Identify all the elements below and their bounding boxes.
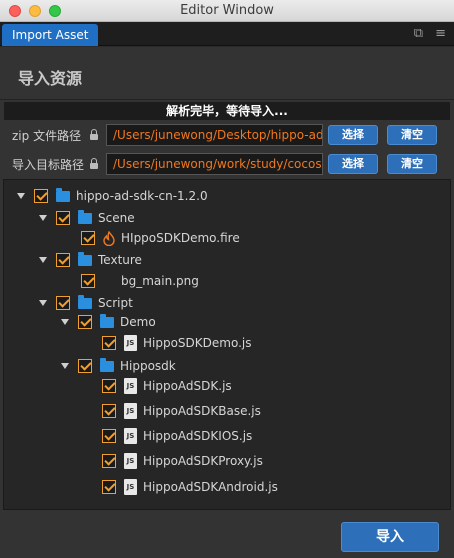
checkbox-file[interactable] bbox=[102, 404, 116, 418]
minimize-window-button[interactable] bbox=[29, 5, 41, 17]
tree-label-file: HippoAdSDKIOS.js bbox=[143, 429, 253, 443]
checkbox-file[interactable] bbox=[102, 379, 116, 393]
folder-icon bbox=[78, 209, 92, 224]
maximize-window-button[interactable] bbox=[49, 5, 61, 17]
chevron-down-icon[interactable] bbox=[61, 363, 69, 369]
import-asset-panel: 导入资源 解析完毕，等待导入... zip 文件路径 /Users/junewo… bbox=[0, 47, 454, 558]
tree-label-file: HippoAdSDKBase.js bbox=[143, 404, 261, 418]
menu-icon[interactable]: ≡ bbox=[435, 26, 446, 41]
checkbox-hipposdk[interactable] bbox=[78, 359, 92, 373]
checkbox-texture[interactable] bbox=[56, 253, 70, 267]
tree-label-hipposdk: Hipposdk bbox=[120, 359, 176, 373]
lock-icon bbox=[90, 158, 98, 169]
js-file-icon: JS bbox=[124, 335, 137, 351]
popout-icon[interactable]: ⧉ bbox=[414, 26, 423, 41]
checkbox-file[interactable] bbox=[102, 480, 116, 494]
tree-node-hipposdk-file[interactable]: JS HippoAdSDKProxy.js bbox=[102, 452, 263, 470]
chevron-down-icon[interactable] bbox=[17, 193, 25, 199]
tree-label-demo-js: HippoSDKDemo.js bbox=[143, 336, 252, 350]
tree-node-root[interactable]: hippo-ad-sdk-cn-1.2.0 bbox=[17, 187, 208, 205]
checkbox-root[interactable] bbox=[34, 189, 48, 203]
tree-label-script: Script bbox=[98, 296, 133, 310]
folder-icon bbox=[78, 251, 92, 266]
checkbox-file[interactable] bbox=[102, 429, 116, 443]
tree-label-file: HippoAdSDKProxy.js bbox=[143, 454, 263, 468]
tree-label-texture: Texture bbox=[98, 253, 142, 267]
asset-tree: hippo-ad-sdk-cn-1.2.0 Scene HIppoSDKDemo… bbox=[3, 179, 451, 510]
js-file-icon: JS bbox=[124, 403, 137, 419]
tree-node-hipposdk-file[interactable]: JS HippoAdSDK.js bbox=[102, 377, 232, 395]
window-title: Editor Window bbox=[180, 3, 274, 18]
tab-import-asset[interactable]: Import Asset bbox=[2, 24, 99, 46]
chevron-down-icon[interactable] bbox=[39, 300, 47, 306]
close-window-button[interactable] bbox=[9, 5, 21, 17]
zip-choose-button[interactable]: 选择 bbox=[328, 125, 378, 145]
tree-label-root: hippo-ad-sdk-cn-1.2.0 bbox=[76, 189, 208, 203]
js-file-icon: JS bbox=[124, 479, 137, 495]
zip-path-label: zip 文件路径 bbox=[12, 129, 82, 143]
tree-label-scene: Scene bbox=[98, 211, 135, 225]
chevron-down-icon[interactable] bbox=[39, 257, 47, 263]
checkbox-scene-fire[interactable] bbox=[81, 231, 95, 245]
tree-node-demo[interactable]: Demo bbox=[61, 313, 156, 331]
tree-label-demo: Demo bbox=[120, 315, 156, 329]
tree-node-hipposdk-file[interactable]: JS HippoAdSDKIOS.js bbox=[102, 427, 252, 445]
fire-icon bbox=[103, 230, 115, 246]
zip-path-field[interactable]: /Users/junewong/Desktop/hippo-ad-sdk-cn-… bbox=[106, 124, 323, 146]
title-bar: Editor Window bbox=[0, 0, 454, 22]
target-choose-button[interactable]: 选择 bbox=[328, 154, 378, 174]
tree-label-file: HippoAdSDK.js bbox=[143, 379, 232, 393]
target-path-label: 导入目标路径 bbox=[12, 158, 85, 172]
tree-node-hipposdk[interactable]: Hipposdk bbox=[61, 357, 176, 375]
panel-heading: 导入资源 bbox=[18, 69, 83, 88]
folder-icon bbox=[78, 294, 92, 309]
folder-icon bbox=[100, 313, 114, 328]
tree-node-texture-png[interactable]: bg_main.png bbox=[81, 272, 199, 290]
tree-node-demo-js[interactable]: JS HippoSDKDemo.js bbox=[102, 334, 252, 352]
checkbox-file[interactable] bbox=[102, 454, 116, 468]
target-path-row: 导入目标路径 /Users/junewong/work/study/cocos-… bbox=[0, 153, 454, 175]
status-text: 解析完毕，等待导入... bbox=[4, 102, 450, 120]
js-file-icon: JS bbox=[124, 453, 137, 469]
lock-icon bbox=[90, 129, 98, 140]
folder-icon bbox=[100, 357, 114, 372]
checkbox-scene[interactable] bbox=[56, 211, 70, 225]
target-clear-button[interactable]: 清空 bbox=[387, 154, 437, 174]
zip-clear-button[interactable]: 清空 bbox=[387, 125, 437, 145]
js-file-icon: JS bbox=[124, 428, 137, 444]
tab-bar: Import Asset ⧉ ≡ bbox=[0, 22, 454, 46]
checkbox-script[interactable] bbox=[56, 296, 70, 310]
tree-label-scene-fire: HIppoSDKDemo.fire bbox=[121, 231, 240, 245]
tree-node-texture[interactable]: Texture bbox=[39, 251, 142, 269]
tree-node-hipposdk-file[interactable]: JS HippoAdSDKBase.js bbox=[102, 402, 261, 420]
chevron-down-icon[interactable] bbox=[61, 319, 69, 325]
tree-node-scene-fire[interactable]: HIppoSDKDemo.fire bbox=[81, 229, 240, 247]
target-path-field[interactable]: /Users/junewong/work/study/cocos-creator… bbox=[106, 153, 323, 175]
tree-node-hipposdk-file[interactable]: JS HippoAdSDKAndroid.js bbox=[102, 478, 278, 496]
checkbox-demo[interactable] bbox=[78, 315, 92, 329]
zip-path-row: zip 文件路径 /Users/junewong/Desktop/hippo-a… bbox=[0, 124, 454, 146]
tree-label-file: HippoAdSDKAndroid.js bbox=[143, 480, 278, 494]
js-file-icon: JS bbox=[124, 378, 137, 394]
heading-divider bbox=[0, 99, 454, 100]
chevron-down-icon[interactable] bbox=[39, 215, 47, 221]
tree-node-script[interactable]: Script bbox=[39, 294, 133, 312]
folder-icon bbox=[56, 187, 70, 202]
import-button[interactable]: 导入 bbox=[341, 522, 439, 552]
checkbox-texture-png[interactable] bbox=[81, 274, 95, 288]
tree-label-texture-png: bg_main.png bbox=[121, 274, 199, 288]
checkbox-demo-js[interactable] bbox=[102, 336, 116, 350]
tree-node-scene[interactable]: Scene bbox=[39, 209, 135, 227]
